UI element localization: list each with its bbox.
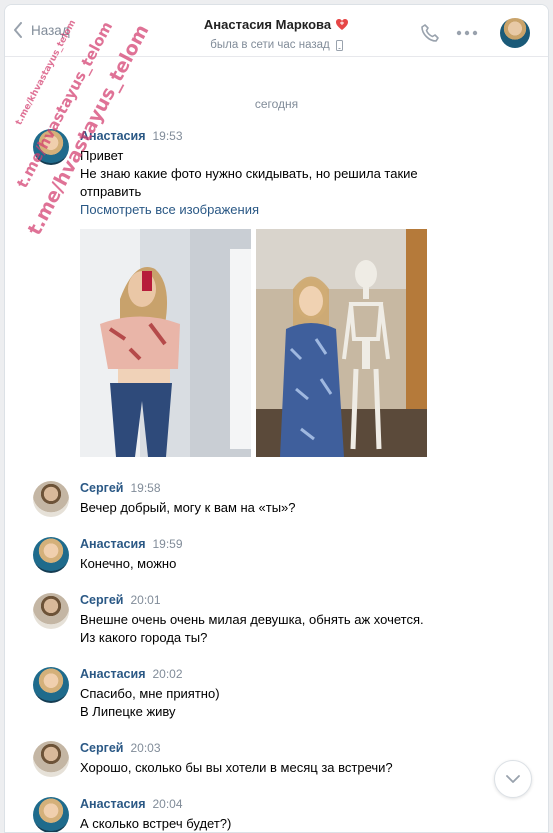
message: Анастасия 20:02 Спасибо, мне приятно) В … [33,667,528,721]
chat-window: Назад Анастасия Маркова была в сети час … [4,4,549,833]
message-text: Вечер добрый, могу к вам на «ты»? [80,500,296,515]
more-options-icon[interactable] [456,30,478,36]
avatar[interactable] [33,537,69,573]
date-separator: сегодня [254,97,299,111]
message-text: А сколько встреч будет?) [80,816,232,831]
message-time: 20:01 [130,593,161,607]
message-time: 19:58 [130,481,161,495]
message-author[interactable]: Сергей [80,593,123,607]
attached-photo[interactable] [80,229,251,457]
skeleton-photo-image [256,229,427,457]
message-text: В Липецке живу [80,704,176,719]
avatar[interactable] [33,481,69,517]
message-time: 20:03 [130,741,161,755]
call-icon[interactable] [420,23,440,43]
message: Сергей 20:01 Внешне очень очень милая де… [33,593,528,647]
message-author[interactable]: Сергей [80,481,123,495]
message-text: Конечно, можно [80,556,177,571]
message: Анастасия 20:04 А сколько встреч будет?) [33,797,528,832]
message-author[interactable]: Анастасия [80,129,146,143]
message-text: Из какого города ты? [80,630,208,645]
avatar[interactable] [33,593,69,629]
message-text: Хорошо, сколько бы вы хотели в месяц за … [80,760,393,775]
avatar[interactable] [33,667,69,703]
online-status: была в сети час назад [210,39,330,51]
contact-name[interactable]: Анастасия Маркова [204,17,331,32]
message-time: 19:53 [152,129,183,143]
message-author[interactable]: Анастасия [80,537,146,551]
message: Анастасия 19:59 Конечно, можно [33,537,528,573]
message-feed: сегодня Анастасия 19:53 Привет Не знаю к… [5,57,548,832]
contact-avatar[interactable] [500,18,530,48]
message-text: Не знаю какие фото нужно скидывать, но р… [80,166,418,199]
message-author[interactable]: Сергей [80,741,123,755]
avatar[interactable] [33,129,69,165]
scroll-to-bottom-button[interactable] [494,760,532,798]
chat-header: Назад Анастасия Маркова была в сети час … [5,5,548,57]
message-author[interactable]: Анастасия [80,797,146,811]
message-author[interactable]: Анастасия [80,667,146,681]
message-time: 20:02 [152,667,183,681]
message: Сергей 19:58 Вечер добрый, могу к вам на… [33,481,528,517]
message-text: Внешне очень очень милая девушка, обнять… [80,612,424,627]
mobile-device-icon [335,39,343,51]
attached-photo[interactable] [256,229,427,457]
heart-badge-icon [336,19,349,30]
message-text: Спасибо, мне приятно) [80,686,220,701]
avatar[interactable] [33,741,69,777]
avatar[interactable] [33,797,69,832]
view-all-images-link[interactable]: Посмотреть все изображения [80,201,528,219]
message-text: Привет [80,148,124,163]
mirror-selfie-image [80,229,251,457]
message-time: 19:59 [152,537,183,551]
chevron-down-icon [506,774,520,783]
message-time: 20:04 [152,797,183,811]
message: Сергей 20:03 Хорошо, сколько бы вы хотел… [33,741,528,777]
message: Анастасия 19:53 Привет Не знаю какие фот… [33,129,528,457]
